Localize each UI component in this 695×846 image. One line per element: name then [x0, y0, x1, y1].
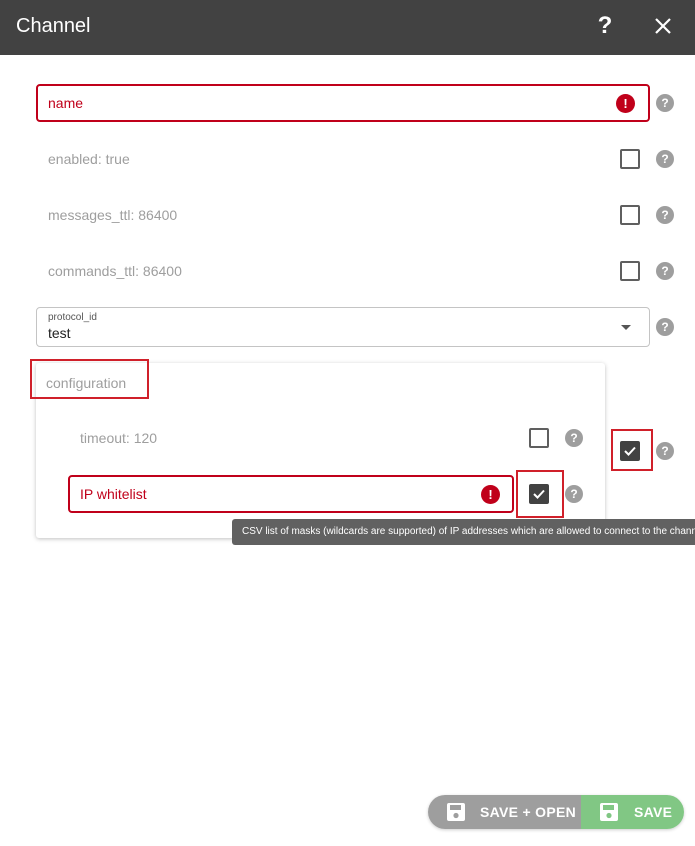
name-label: name: [48, 95, 84, 111]
timeout-label: timeout: 120: [80, 430, 158, 446]
enabled-label: enabled: true: [48, 151, 130, 167]
ip-whitelist-field[interactable]: IP whitelist !: [68, 475, 514, 513]
save-open-button[interactable]: SAVE + OPEN: [428, 795, 581, 829]
error-icon: !: [616, 94, 635, 113]
save-label: SAVE: [634, 804, 673, 820]
close-icon[interactable]: [650, 12, 676, 40]
dialog-title: Channel: [16, 15, 91, 37]
help-icon[interactable]: ?: [593, 11, 617, 41]
ip-whitelist-label: IP whitelist: [80, 486, 147, 502]
timeout-help-icon[interactable]: ?: [565, 429, 583, 447]
protocol-id-value: test: [48, 325, 71, 341]
name-field[interactable]: name !: [36, 84, 650, 122]
protocol-id-select[interactable]: protocol_id test: [36, 307, 650, 347]
dialog-titlebar: Channel ?: [0, 0, 695, 55]
check-icon: [533, 489, 545, 499]
messages-ttl-checkbox[interactable]: [620, 205, 640, 225]
ip-whitelist-tooltip: CSV list of masks (wildcards are support…: [232, 519, 695, 545]
ip-whitelist-help-icon[interactable]: ?: [565, 485, 583, 503]
protocol-id-help-icon[interactable]: ?: [656, 318, 674, 336]
check-icon: [624, 446, 636, 456]
messages-ttl-label: messages_ttl: 86400: [48, 207, 178, 223]
configuration-label: configuration: [46, 375, 127, 391]
protocol-id-label: protocol_id: [48, 312, 97, 323]
save-icon: [600, 803, 618, 821]
timeout-checkbox[interactable]: [529, 428, 549, 448]
enabled-help-icon[interactable]: ?: [656, 150, 674, 168]
configuration-help-icon[interactable]: ?: [656, 442, 674, 460]
action-button-group: SAVE + OPEN SAVE: [428, 795, 684, 829]
messages-ttl-help-icon[interactable]: ?: [656, 206, 674, 224]
ip-whitelist-checkbox[interactable]: [529, 484, 549, 504]
save-icon: [447, 803, 465, 821]
save-open-label: SAVE + OPEN: [480, 804, 577, 820]
name-help-icon[interactable]: ?: [656, 94, 674, 112]
chevron-down-icon: [621, 325, 631, 330]
commands-ttl-checkbox[interactable]: [620, 261, 640, 281]
commands-ttl-label: commands_ttl: 86400: [48, 263, 182, 279]
commands-ttl-help-icon[interactable]: ?: [656, 262, 674, 280]
enabled-checkbox[interactable]: [620, 149, 640, 169]
save-button[interactable]: SAVE: [581, 795, 684, 829]
error-icon: !: [481, 485, 500, 504]
configuration-checkbox[interactable]: [620, 441, 640, 461]
